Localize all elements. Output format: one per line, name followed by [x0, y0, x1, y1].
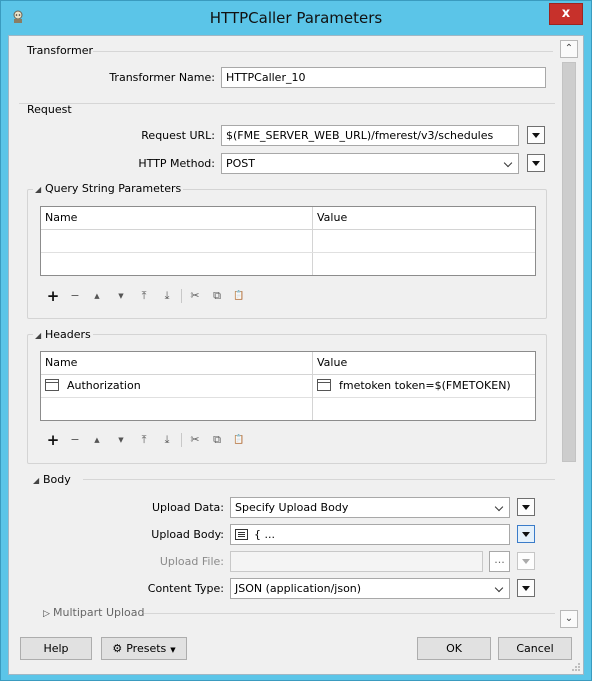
http-method-menu-button[interactable] [527, 154, 545, 172]
upload-data-menu-button[interactable] [517, 498, 535, 516]
move-down-icon[interactable]: ▼ [113, 432, 129, 448]
query-params-table[interactable]: Name Value [40, 206, 536, 276]
move-up-icon[interactable]: ▲ [89, 288, 105, 304]
presets-gear-icon: ⚙ [112, 642, 123, 655]
resize-grip-icon[interactable] [571, 662, 581, 672]
column-header-value[interactable]: Value [313, 352, 535, 375]
multipart-upload-header[interactable]: ▷ Multipart Upload [43, 606, 145, 619]
copy-icon[interactable]: ⧉ [209, 432, 225, 448]
dialog-window: HTTPCaller Parameters x Transformer Tran… [0, 0, 592, 681]
section-title-request: Request [27, 103, 72, 116]
body-title: Body [43, 473, 71, 486]
header-name-cell[interactable]: Authorization [41, 375, 312, 398]
headers-table[interactable]: Name Value Authorization fmetoken token=… [40, 351, 536, 421]
section-divider [83, 479, 555, 480]
scroll-down-icon[interactable]: ⌄ [560, 610, 578, 628]
upload-body-input[interactable]: { ... [230, 524, 510, 545]
move-top-icon[interactable]: ⤒ [136, 288, 152, 304]
expand-triangle-icon: ▷ [43, 609, 50, 619]
multipart-upload-title: Multipart Upload [53, 606, 145, 619]
column-header-name[interactable]: Name [41, 207, 313, 230]
upload-file-label: Upload File: [159, 555, 224, 568]
ok-button[interactable]: OK [417, 637, 491, 660]
headers-header[interactable]: ◢ Headers [33, 328, 93, 341]
http-method-label: HTTP Method: [138, 157, 215, 170]
move-top-icon[interactable]: ⤒ [136, 432, 152, 448]
paste-icon[interactable]: 📋 [231, 432, 247, 448]
cut-icon[interactable]: ✂ [187, 288, 203, 304]
upload-data-label: Upload Data: [151, 501, 224, 514]
section-divider [93, 51, 553, 52]
scroll-up-icon[interactable]: ⌃ [560, 40, 578, 58]
header-value-text: fmetoken token=$(FMETOKEN) [339, 379, 511, 392]
presets-label: Presets [126, 642, 167, 655]
transformer-name-input[interactable]: HTTPCaller_10 [221, 67, 546, 88]
move-bottom-icon[interactable]: ⤓ [159, 432, 175, 448]
text-value-icon [45, 379, 59, 391]
request-url-input[interactable]: $(FME_SERVER_WEB_URL)/fmerest/v3/schedul… [221, 125, 519, 146]
request-url-label: Request URL: [141, 129, 215, 142]
move-up-icon[interactable]: ▲ [89, 432, 105, 448]
remove-row-icon[interactable]: − [67, 432, 83, 448]
header-value-cell[interactable]: fmetoken token=$(FMETOKEN) [313, 375, 535, 398]
headers-title: Headers [45, 328, 91, 341]
toolbar-separator [181, 433, 182, 447]
transformer-name-label: Transformer Name: [109, 71, 215, 84]
header-name-text: Authorization [67, 379, 141, 392]
upload-body-label: Upload Body: [151, 528, 224, 541]
copy-icon[interactable]: ⧉ [209, 288, 225, 304]
move-bottom-icon[interactable]: ⤓ [159, 288, 175, 304]
table-row-empty[interactable] [41, 230, 535, 253]
section-divider [19, 103, 555, 104]
upload-data-select[interactable]: Specify Upload Body [230, 497, 510, 518]
browse-file-button[interactable]: ... [489, 551, 510, 572]
title-bar[interactable]: HTTPCaller Parameters x [1, 1, 591, 35]
toolbar-separator [181, 289, 182, 303]
table-row-empty[interactable] [41, 398, 535, 421]
body-header[interactable]: ◢ Body [33, 473, 71, 486]
http-method-select[interactable]: POST [221, 153, 519, 174]
request-url-menu-button[interactable] [527, 126, 545, 144]
paste-icon[interactable]: 📋 [231, 288, 247, 304]
content-type-select[interactable]: JSON (application/json) [230, 578, 510, 599]
section-divider [143, 613, 555, 614]
query-params-title: Query String Parameters [45, 182, 182, 195]
cut-icon[interactable]: ✂ [187, 432, 203, 448]
text-editor-icon [235, 529, 248, 540]
column-header-value[interactable]: Value [313, 207, 535, 230]
parameters-scroll-area[interactable]: Transformer Transformer Name: HTTPCaller… [9, 36, 560, 626]
remove-row-icon[interactable]: − [67, 288, 83, 304]
query-params-header[interactable]: ◢ Query String Parameters [33, 182, 184, 195]
upload-file-input[interactable] [230, 551, 483, 572]
collapse-triangle-icon: ◢ [33, 476, 40, 485]
vertical-scrollbar[interactable]: ⌃ ⌄ [560, 40, 578, 628]
content-type-label: Content Type: [147, 582, 224, 595]
window-title: HTTPCaller Parameters [209, 9, 383, 27]
column-header-name[interactable]: Name [41, 352, 313, 375]
section-title-transformer: Transformer [27, 44, 94, 57]
text-value-icon [317, 379, 331, 391]
presets-button[interactable]: ⚙ Presets ▼ [101, 637, 187, 660]
upload-body-text: { ... [254, 528, 275, 541]
collapse-triangle-icon: ◢ [35, 185, 42, 194]
content-type-menu-button[interactable] [517, 579, 535, 597]
move-down-icon[interactable]: ▼ [113, 288, 129, 304]
cancel-button[interactable]: Cancel [498, 637, 572, 660]
scrollbar-thumb[interactable] [562, 62, 576, 462]
add-row-icon[interactable]: + [45, 288, 61, 304]
help-button[interactable]: Help [20, 637, 92, 660]
upload-body-menu-button[interactable] [517, 525, 535, 543]
dialog-body: Transformer Transformer Name: HTTPCaller… [8, 35, 584, 675]
upload-file-menu-button[interactable] [517, 552, 535, 570]
dropdown-arrow-icon: ▼ [170, 646, 176, 654]
close-button[interactable]: x [549, 3, 583, 25]
add-row-icon[interactable]: + [45, 432, 61, 448]
collapse-triangle-icon: ◢ [35, 331, 42, 340]
